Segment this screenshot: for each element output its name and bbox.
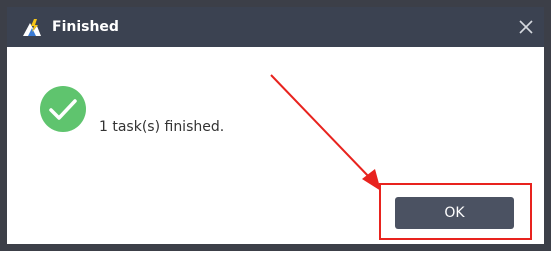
ok-button[interactable]: OK: [395, 197, 514, 229]
close-icon[interactable]: [516, 17, 536, 37]
status-message: 1 task(s) finished.: [99, 119, 225, 135]
dialog-title: Finished: [52, 19, 119, 35]
app-logo-icon: [23, 19, 41, 36]
finished-dialog: Finished 1 task(s) finished. OK: [0, 0, 551, 251]
dialog-titlebar: Finished: [7, 7, 544, 47]
dialog-body: 1 task(s) finished. OK: [7, 47, 544, 244]
ok-button-highlight: OK: [379, 183, 532, 240]
check-circle-icon: [40, 86, 86, 132]
